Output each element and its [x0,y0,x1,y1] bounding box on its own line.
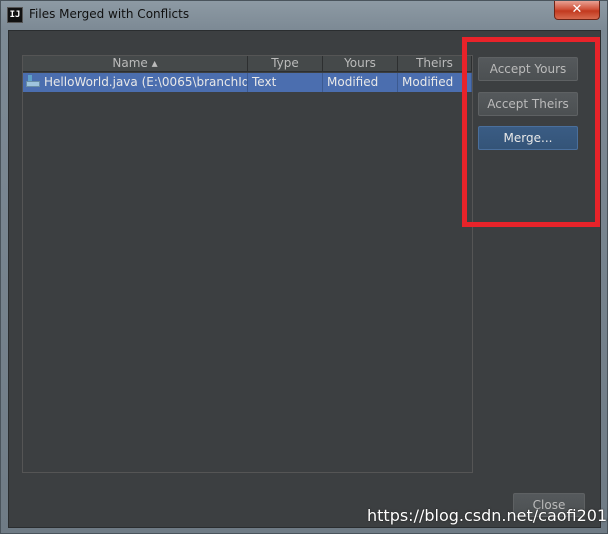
column-header-theirs[interactable]: Theirs [398,56,472,72]
title-bar[interactable]: IJ Files Merged with Conflicts ✕ [1,1,607,29]
conflicts-table: Name ▴ Type Yours Theirs HelloWorld.java… [22,55,473,473]
file-name: HelloWorld.java (E:\0065\branchIdea) [44,75,248,89]
window-title: Files Merged with Conflicts [29,7,190,21]
cell-name: HelloWorld.java (E:\0065\branchIdea) [23,73,248,92]
column-header-type[interactable]: Type [248,56,323,72]
cell-theirs: Modified [398,73,472,92]
annotation-highlight-box [462,37,600,227]
table-row[interactable]: HelloWorld.java (E:\0065\branchIdea) Tex… [23,73,472,92]
cell-type: Text [248,73,323,92]
intellij-app-icon: IJ [7,7,23,23]
java-file-icon [26,74,40,88]
table-header: Name ▴ Type Yours Theirs [23,56,472,72]
dialog-window: IJ Files Merged with Conflicts ✕ Name ▴ … [0,0,608,534]
watermark-text: https://blog.csdn.net/caofi201314 [367,506,608,525]
column-header-name[interactable]: Name ▴ [23,56,248,72]
column-header-yours[interactable]: Yours [323,56,398,72]
cell-yours: Modified [323,73,398,92]
window-close-icon[interactable]: ✕ [554,1,600,20]
